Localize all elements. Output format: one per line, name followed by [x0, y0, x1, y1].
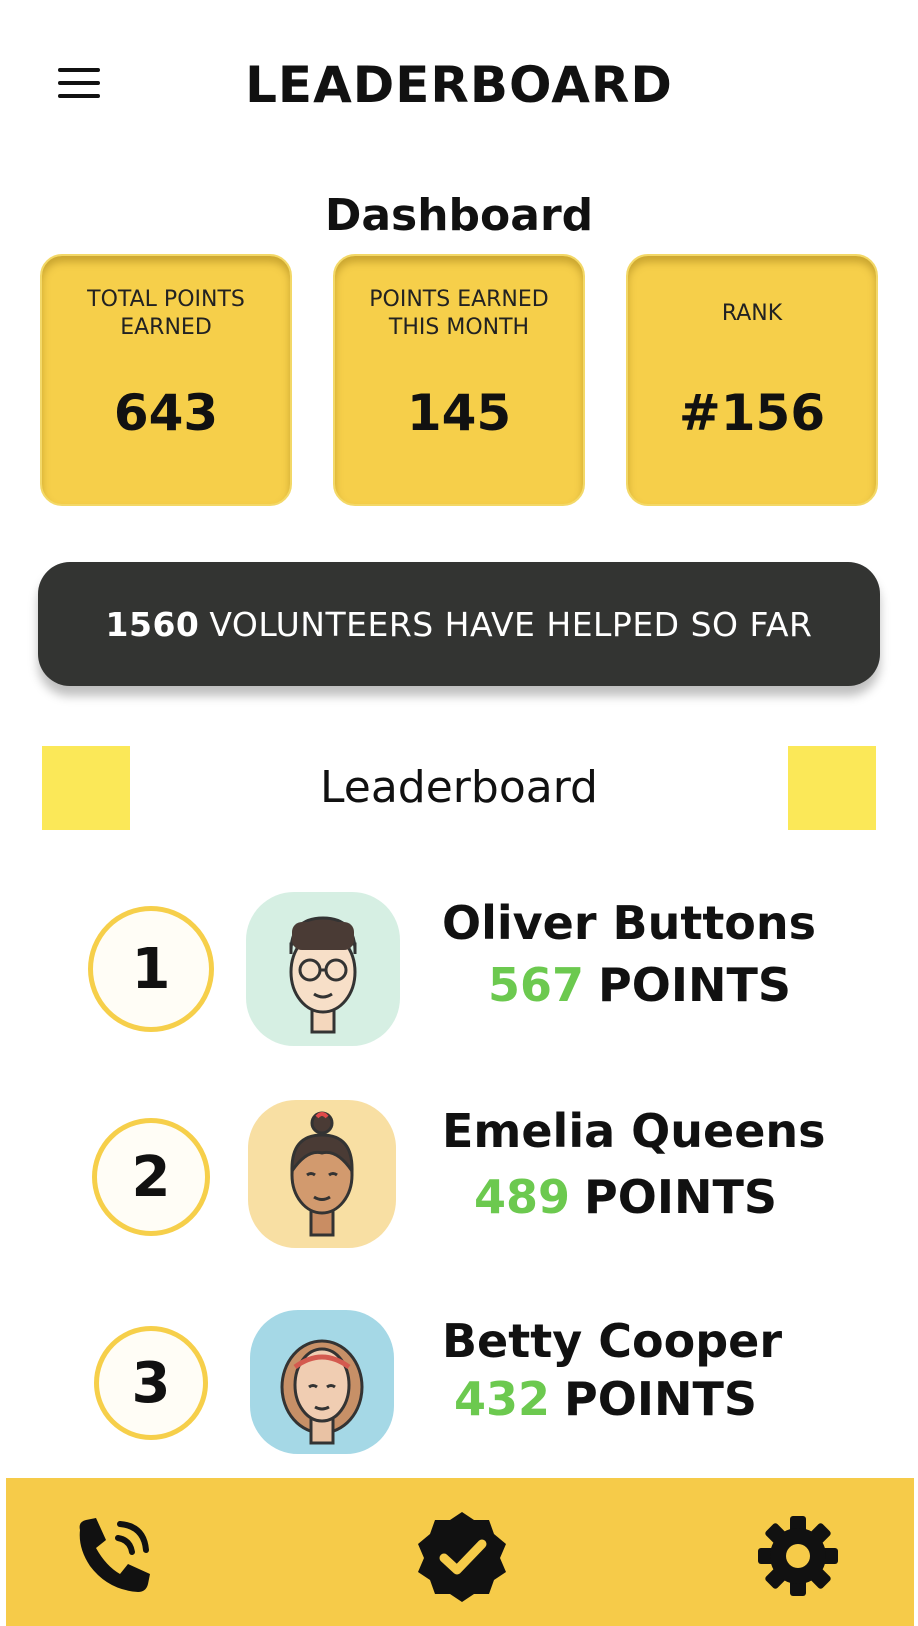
page-title: LEADERBOARD — [245, 56, 673, 114]
stat-card-value: 643 — [113, 384, 219, 442]
player-name: Betty Cooper — [442, 1314, 783, 1368]
verified-button[interactable] — [414, 1508, 510, 1604]
stat-card-label: RANK — [721, 301, 783, 326]
avatar — [250, 1310, 394, 1454]
player-points: 432 POINTS — [454, 1372, 757, 1426]
stat-card-value: #156 — [678, 384, 826, 442]
avatar — [246, 892, 400, 1046]
stat-card-label: TOTAL POINTS EARNED — [87, 287, 245, 340]
points-value: 432 — [454, 1372, 551, 1426]
female-avatar-icon — [290, 1111, 354, 1237]
female-avatar-icon — [280, 1339, 364, 1445]
leaderboard-row[interactable]: 2 Emelia Queens 489 POINTS — [88, 1100, 918, 1272]
stat-card-value: 145 — [406, 384, 512, 442]
points-value: 489 — [474, 1170, 571, 1224]
settings-gear-icon — [758, 1516, 838, 1596]
rank-badge: 3 — [94, 1326, 208, 1440]
stat-card-label: POINTS EARNED THIS MONTH — [369, 287, 549, 340]
avatar — [248, 1100, 396, 1248]
player-name: Oliver Buttons — [442, 896, 817, 950]
leaderboard-title: Leaderboard — [320, 762, 598, 813]
volunteer-count: 1560 — [105, 604, 200, 644]
leaderboard-row[interactable]: 1 Oliver Buttons 567 POINTS — [88, 892, 918, 1064]
player-points: 567 POINTS — [488, 958, 791, 1012]
verified-badge-icon — [418, 1512, 506, 1602]
dashboard-title: Dashboard — [324, 190, 594, 241]
leaderboard-row[interactable]: 3 Betty Cooper 432 POINTS — [88, 1310, 918, 1478]
bottom-navigation — [6, 1478, 914, 1626]
rank-badge: 2 — [92, 1118, 210, 1236]
points-label: POINTS — [584, 1170, 777, 1224]
stat-card-total-points: TOTAL POINTS EARNED 643 — [40, 254, 292, 506]
stat-card-rank: RANK #156 — [626, 254, 878, 506]
points-label: POINTS — [598, 958, 791, 1012]
volunteer-text: VOLUNTEERS HAVE HELPED SO FAR — [209, 604, 813, 644]
points-value: 567 — [488, 958, 585, 1012]
settings-button[interactable] — [756, 1514, 840, 1598]
phone-button[interactable] — [72, 1516, 152, 1596]
stat-card-month-points: POINTS EARNED THIS MONTH 145 — [333, 254, 585, 506]
phone-icon — [79, 1518, 150, 1592]
volunteers-banner: 1560 VOLUNTEERS HAVE HELPED SO FAR — [38, 562, 880, 686]
points-label: POINTS — [564, 1372, 757, 1426]
rank-badge: 1 — [88, 906, 214, 1032]
male-avatar-icon — [289, 916, 357, 1034]
player-points: 489 POINTS — [474, 1170, 777, 1224]
player-name: Emelia Queens — [442, 1104, 826, 1158]
